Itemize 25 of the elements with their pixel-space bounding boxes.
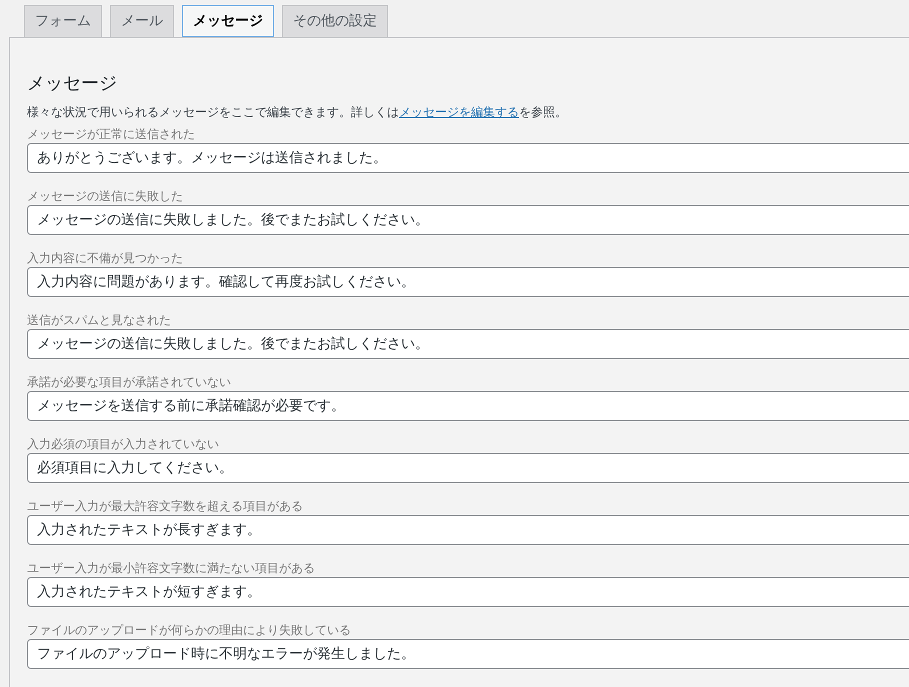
field-label: 入力内容に不備が見つかった [27,251,184,266]
field-label: ユーザー入力が最小許容文字数に満たない項目がある [27,561,316,576]
tab[interactable]: フォーム [24,5,102,37]
message-field[interactable]: 入力内容に問題があります。確認して再度お試しください。 [27,267,909,297]
message-field[interactable]: メッセージを送信する前に承諾確認が必要です。 [27,391,909,421]
field-label: メッセージが正常に送信された [27,127,196,142]
message-field[interactable]: ファイルのアップロード時に不明なエラーが発生しました。 [27,639,909,669]
section-heading: メッセージ [27,72,118,96]
message-field[interactable]: 入力されたテキストが長すぎます。 [27,515,909,545]
tab[interactable]: その他の設定 [282,5,388,37]
section-description: 様々な状況で用いられるメッセージをここで編集できます。詳しくはメッセージを編集する を参照。 [27,104,568,120]
message-field[interactable]: 必須項目に入力してください。 [27,453,909,483]
tab[interactable]: メール [110,5,174,37]
tab[interactable]: メッセージ [182,5,274,37]
field-label: 承諾が必要な項目が承諾されていない [27,375,232,390]
field-label: 送信がスパムと見なされた [27,313,172,328]
message-field[interactable]: ありがとうございます。メッセージは送信されました。 [27,143,909,173]
field-label: メッセージの送信に失敗した [27,189,184,204]
message-field[interactable]: メッセージの送信に失敗しました。後でまたお試しください。 [27,329,909,359]
message-field[interactable]: 入力されたテキストが短すぎます。 [27,577,909,607]
field-label: ファイルのアップロードが何らかの理由により失敗している [27,623,352,638]
field-label: 入力必須の項目が入力されていない [27,437,220,452]
field-label: ユーザー入力が最大許容文字数を超える項目がある [27,499,304,514]
help-link[interactable]: メッセージを編集する [399,105,519,119]
message-field[interactable]: メッセージの送信に失敗しました。後でまたお試しください。 [27,205,909,235]
